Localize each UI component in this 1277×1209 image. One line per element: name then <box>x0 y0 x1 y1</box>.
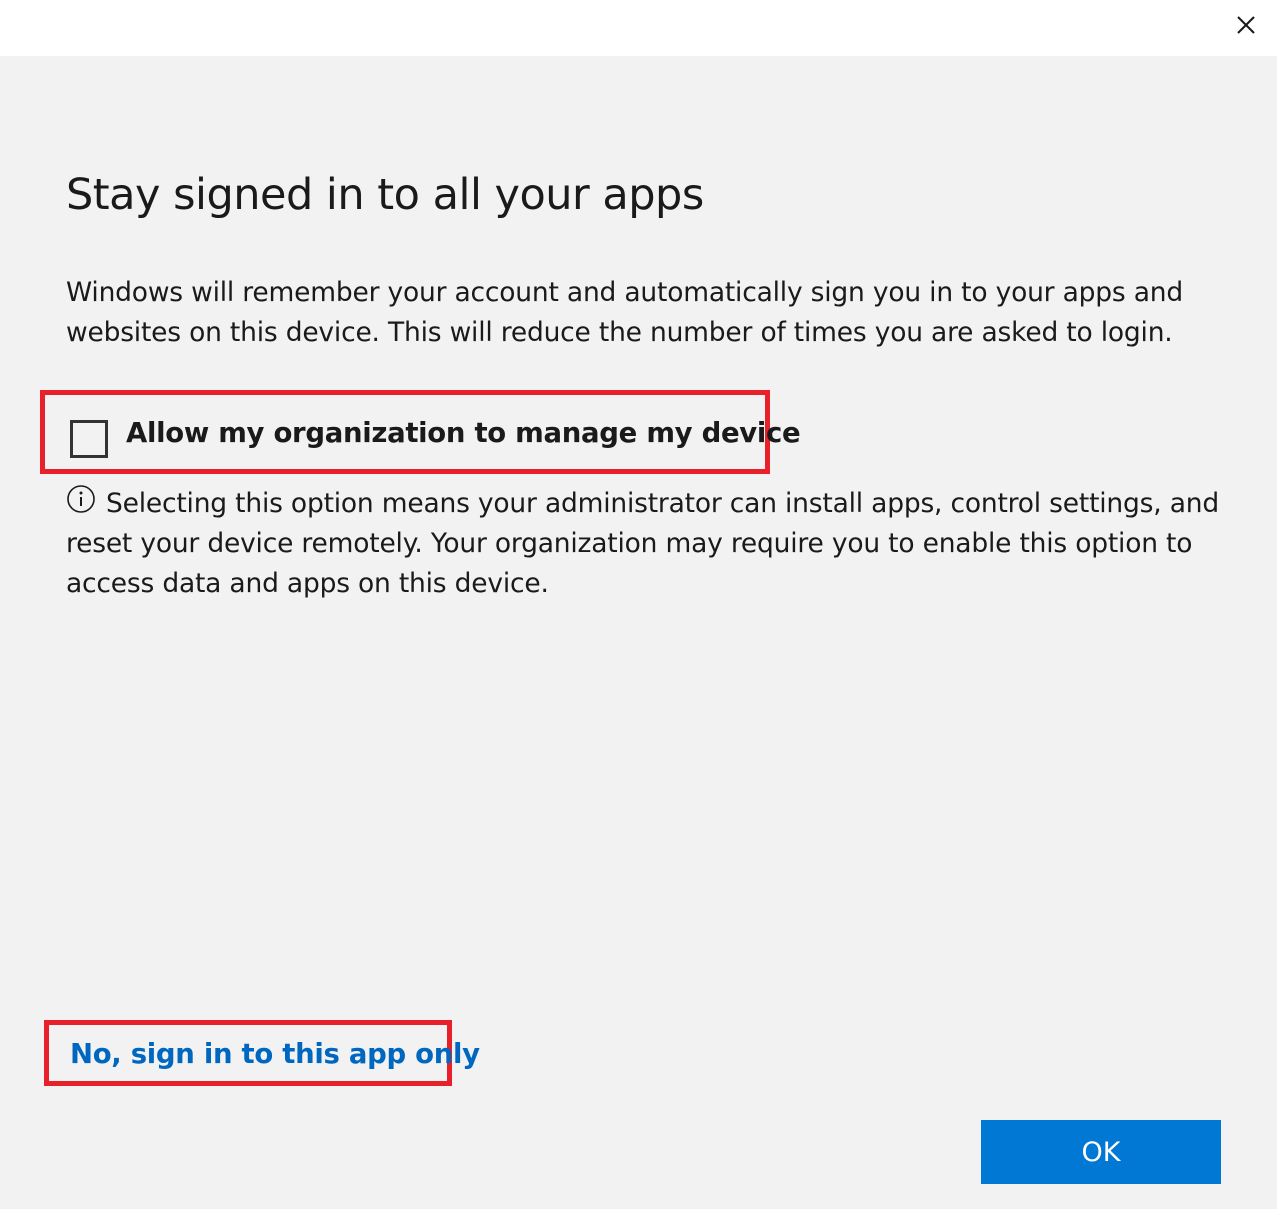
close-button[interactable] <box>1231 8 1261 42</box>
dialog-description: Windows will remember your account and a… <box>66 277 1183 348</box>
dialog-title: Stay signed in to all your apps <box>66 170 704 220</box>
ok-button[interactable]: OK <box>981 1120 1221 1184</box>
dialog-body: Stay signed in to all your apps Windows … <box>0 56 1277 1209</box>
manage-device-option[interactable]: Allow my organization to manage my devic… <box>40 390 801 474</box>
sign-in-app-only-highlight: No, sign in to this app only <box>44 1020 480 1086</box>
title-bar <box>0 0 1277 56</box>
close-icon <box>1237 16 1255 34</box>
manage-device-label[interactable]: Allow my organization to manage my devic… <box>126 417 801 449</box>
manage-device-checkbox[interactable] <box>70 420 108 458</box>
sign-in-app-only-link[interactable]: No, sign in to this app only <box>70 1038 480 1070</box>
info-text: Selecting this option means your adminis… <box>66 488 1219 599</box>
